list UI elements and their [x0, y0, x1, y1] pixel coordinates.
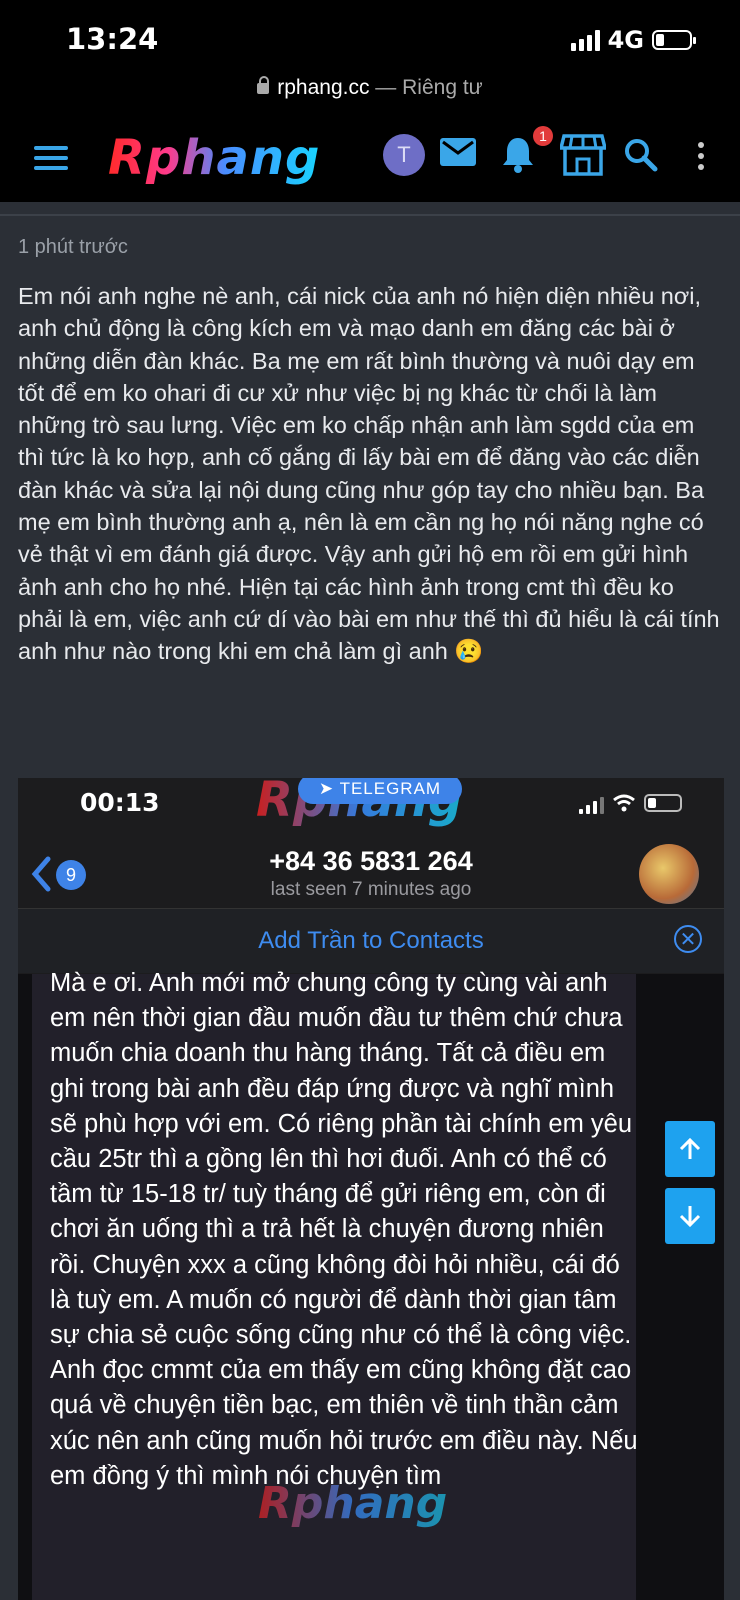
scroll-up-button[interactable]	[665, 1121, 715, 1177]
message-text: Mà e ơi. Anh mới mở chung công ty cùng v…	[50, 969, 638, 1490]
site-logo[interactable]: Rphang	[108, 130, 320, 186]
network-type: 4G	[607, 26, 644, 54]
arrow-down-icon	[679, 1206, 701, 1228]
notification-badge: 1	[533, 126, 553, 146]
store-icon[interactable]	[560, 134, 606, 176]
wifi-icon	[613, 794, 635, 812]
contact-last-seen: last seen 7 minutes ago	[270, 879, 472, 900]
scroll-down-button[interactable]	[665, 1188, 715, 1244]
embedded-screenshot: 00:13 Rphang ➤ TELEGRAM 9 +84 36 5831 26…	[18, 778, 724, 1600]
status-time: 13:24	[66, 22, 159, 56]
user-avatar[interactable]: T	[383, 134, 425, 176]
lock-icon	[257, 76, 270, 94]
battery-icon	[652, 30, 696, 50]
menu-icon[interactable]	[34, 146, 68, 172]
watermark-logo-bottom: Rphang	[258, 1478, 448, 1529]
site-navbar: Rphang T 1	[0, 116, 740, 202]
header-divider	[0, 214, 740, 216]
telegram-label: TELEGRAM	[339, 779, 442, 798]
contact-phone-number: +84 36 5831 264	[269, 846, 473, 876]
add-to-contacts-link[interactable]: Add Trần to Contacts	[18, 927, 724, 955]
url-bar[interactable]: rphang.cc — Riêng tư	[0, 76, 740, 116]
bell-icon[interactable]	[502, 136, 534, 174]
more-options-icon[interactable]	[698, 142, 704, 175]
close-banner-icon[interactable]: ✕	[674, 925, 702, 953]
post-body: Em nói anh nghe nè anh, cái nick của anh…	[18, 283, 720, 665]
url-separator: —	[369, 76, 403, 99]
embedded-status-time: 00:13	[80, 788, 160, 817]
signal-icon	[570, 29, 600, 51]
status-indicators: 4G	[570, 26, 696, 54]
post-timestamp: 1 phút trước	[18, 236, 128, 258]
contact-avatar[interactable]	[639, 844, 699, 904]
url-domain: rphang.cc	[277, 76, 370, 99]
telegram-pill: ➤ TELEGRAM	[298, 778, 462, 804]
embedded-battery-icon	[644, 794, 682, 812]
search-icon[interactable]	[624, 138, 658, 172]
add-contact-banner: Add Trần to Contacts ✕	[18, 908, 724, 973]
send-icon: ➤	[318, 779, 340, 798]
embedded-signal-icon	[579, 792, 604, 814]
status-bar: 13:24 4G	[0, 0, 740, 76]
mail-icon[interactable]	[440, 138, 476, 166]
url-privacy-label: Riêng tư	[402, 76, 483, 99]
embedded-status-indicators	[579, 792, 682, 814]
arrow-up-icon	[679, 1137, 701, 1159]
telegram-header: 00:13 Rphang ➤ TELEGRAM 9 +84 36 5831 26…	[18, 778, 724, 974]
